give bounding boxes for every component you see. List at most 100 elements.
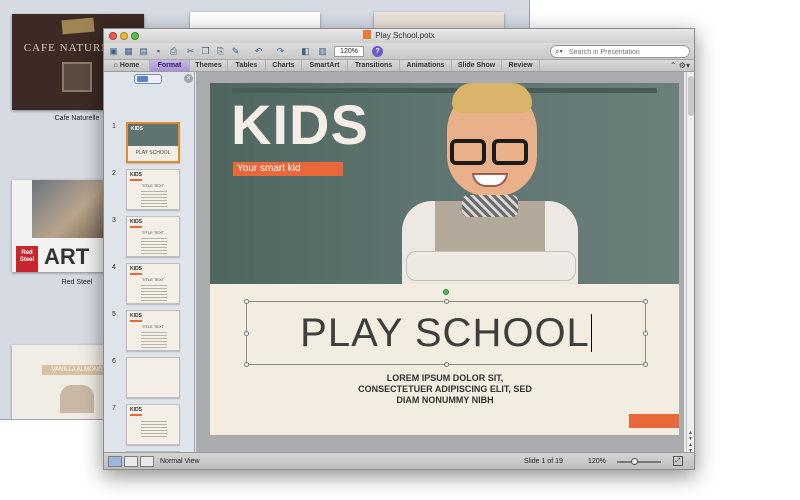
slide-thumbnail-2[interactable]: KIDS TITLE TEXT bbox=[126, 169, 180, 210]
pane-tools: × bbox=[104, 72, 194, 86]
tab-tables[interactable]: Tables bbox=[228, 60, 266, 71]
thumb-body-lines bbox=[141, 283, 167, 301]
search-input[interactable] bbox=[569, 47, 687, 57]
thumb-kids: KIDS bbox=[130, 407, 142, 413]
cafe-plate-image bbox=[62, 62, 92, 92]
bow-tie bbox=[462, 195, 518, 217]
thumb-accent-bar bbox=[130, 320, 142, 322]
document-icon bbox=[363, 30, 372, 39]
status-bar: Normal View Slide 1 of 19 120% ⤢ bbox=[104, 452, 694, 469]
resize-handle[interactable] bbox=[244, 362, 249, 367]
print-icon[interactable]: ⎙ bbox=[167, 45, 180, 58]
resize-handle[interactable] bbox=[643, 362, 648, 367]
slide-thumbnail-7[interactable]: KIDS bbox=[126, 404, 180, 445]
slide-thumbnail-4[interactable]: KIDS TITLE TEXT bbox=[126, 263, 180, 304]
body-line: CONSECTETUER ADIPISCING ELIT, SED bbox=[358, 384, 532, 394]
tab-smartart[interactable]: SmartArt bbox=[302, 60, 348, 71]
slide-number: 1 bbox=[112, 123, 116, 130]
tab-animations[interactable]: Animations bbox=[400, 60, 452, 71]
zoom-dropdown[interactable]: 120% bbox=[334, 46, 364, 57]
slide-tagline[interactable]: Your smart kid bbox=[233, 162, 343, 176]
status-slide-info: Slide 1 of 19 bbox=[524, 458, 563, 465]
status-zoom-value: 120% bbox=[588, 458, 606, 465]
fit-to-window-icon[interactable]: ⤢ bbox=[673, 456, 683, 466]
slide-number: 6 bbox=[112, 358, 116, 365]
undo-icon[interactable]: ↶ bbox=[252, 45, 265, 58]
templates-icon[interactable]: ▤ bbox=[137, 45, 150, 58]
zoom-slider[interactable] bbox=[617, 461, 661, 463]
thumb-body-lines bbox=[141, 419, 167, 437]
powerpoint-window: Play School.potx ▣ ▦ ▤ ▪ ⎙ ✂ ❐ ⎘ ✎ ↶ ↷ ◧… bbox=[103, 28, 695, 470]
slide-title[interactable]: PLAY SCHOOL bbox=[246, 311, 646, 356]
ribbon-tabs: ⌂ Home Format Themes Tables Charts Smart… bbox=[104, 60, 694, 72]
standard-toolbar: ▣ ▦ ▤ ▪ ⎙ ✂ ❐ ⎘ ✎ ↶ ↷ ◧ ▥ 120% ? ⌕▾ bbox=[104, 43, 694, 60]
kid-photo: KIDS Your smart kid bbox=[210, 83, 679, 284]
search-box[interactable]: ⌕▾ bbox=[550, 45, 690, 58]
thumb-kids: KIDS bbox=[130, 172, 142, 178]
zoom-slider-knob[interactable] bbox=[631, 458, 638, 465]
tab-slide-show[interactable]: Slide Show bbox=[452, 60, 502, 71]
thumb-play-school: PLAY SCHOOL bbox=[135, 150, 171, 156]
rotation-handle[interactable] bbox=[443, 289, 449, 295]
help-icon[interactable]: ? bbox=[372, 46, 383, 57]
slides-view-icon bbox=[137, 76, 148, 82]
thumb-title-text: TITLE TEXT bbox=[141, 324, 165, 329]
tab-review[interactable]: Review bbox=[502, 60, 540, 71]
slide-kids-heading[interactable]: KIDS bbox=[231, 95, 369, 155]
normal-view-button[interactable] bbox=[108, 456, 122, 467]
slides-pane: × 1 KIDS PLAY SCHOOL 2 KIDS TITLE TEXT 3… bbox=[104, 72, 195, 469]
text-caret bbox=[590, 314, 592, 352]
slide-nav-arrows-icon[interactable]: ▲ ▼ ▲ ▼ bbox=[688, 430, 693, 454]
layout-icon[interactable]: ▦ bbox=[122, 45, 135, 58]
tab-home[interactable]: ⌂ Home bbox=[104, 60, 150, 71]
scrollbar-thumb[interactable] bbox=[688, 76, 694, 116]
resize-handle[interactable] bbox=[444, 299, 449, 304]
tab-format[interactable]: Format bbox=[150, 60, 190, 71]
body-line: DIAM NONUMMY NIBH bbox=[396, 395, 494, 405]
slide-number: 5 bbox=[112, 311, 116, 318]
slide-1[interactable]: KIDS Your smart kid PLAY SCHOOL LOREM IP… bbox=[210, 83, 679, 435]
resize-handle[interactable] bbox=[643, 299, 648, 304]
slide-sorter-button[interactable] bbox=[124, 456, 138, 467]
thumb-accent-bar bbox=[130, 226, 142, 228]
copy-icon[interactable]: ❐ bbox=[199, 45, 212, 58]
cafe-tag-decoration bbox=[61, 17, 95, 35]
search-icon: ⌕▾ bbox=[555, 47, 563, 56]
thumb-accent-bar bbox=[130, 414, 142, 416]
tab-themes[interactable]: Themes bbox=[190, 60, 228, 71]
new-slide-icon[interactable]: ▣ bbox=[107, 45, 120, 58]
slide-number: 3 bbox=[112, 217, 116, 224]
close-pane-icon[interactable]: × bbox=[184, 74, 193, 83]
vanilla-photo bbox=[60, 385, 94, 413]
slide-thumbnail-6[interactable] bbox=[126, 357, 180, 398]
ribbon-options-gear-icon[interactable]: ⌃ ⚙▾ bbox=[670, 60, 690, 71]
paste-icon[interactable]: ⎘ bbox=[214, 45, 227, 58]
format-painter-icon[interactable]: ✎ bbox=[229, 45, 242, 58]
slide-canvas: KIDS Your smart kid PLAY SCHOOL LOREM IP… bbox=[196, 72, 684, 452]
media-browser-icon[interactable]: ◧ bbox=[299, 45, 312, 58]
resize-handle[interactable] bbox=[244, 299, 249, 304]
thumb-title-text: TITLE TEXT bbox=[141, 230, 165, 235]
resize-handle[interactable] bbox=[444, 362, 449, 367]
cut-icon[interactable]: ✂ bbox=[184, 45, 197, 58]
slide-thumbnail-1[interactable]: KIDS PLAY SCHOOL bbox=[126, 122, 180, 163]
redo-icon[interactable]: ↷ bbox=[274, 45, 287, 58]
slide-corner-accent bbox=[629, 414, 679, 428]
window-title-text: Play School.potx bbox=[375, 31, 435, 40]
tab-transitions[interactable]: Transitions bbox=[348, 60, 400, 71]
slide-show-button[interactable] bbox=[140, 456, 154, 467]
thumb-kids: KIDS bbox=[131, 126, 143, 132]
thumb-kids: KIDS bbox=[130, 313, 142, 319]
slide-title-text: PLAY SCHOOL bbox=[300, 311, 590, 355]
slide-thumbnail-5[interactable]: KIDS TITLE TEXT bbox=[126, 310, 180, 351]
slide-thumbnail-3[interactable]: KIDS TITLE TEXT bbox=[126, 216, 180, 257]
slide-body-text[interactable]: LOREM IPSUM DOLOR SIT, CONSECTETUER ADIP… bbox=[270, 373, 620, 406]
title-bar[interactable]: Play School.potx bbox=[104, 29, 694, 43]
toolbox-icon[interactable]: ▥ bbox=[316, 45, 329, 58]
save-icon[interactable]: ▪ bbox=[152, 45, 165, 58]
thumb-accent-bar bbox=[130, 179, 142, 181]
slides-outline-toggle[interactable] bbox=[134, 74, 162, 84]
thumb-kids: KIDS bbox=[130, 266, 142, 272]
tab-charts[interactable]: Charts bbox=[266, 60, 302, 71]
vertical-scrollbar[interactable]: ▲ ▼ ▲ ▼ bbox=[686, 72, 694, 454]
